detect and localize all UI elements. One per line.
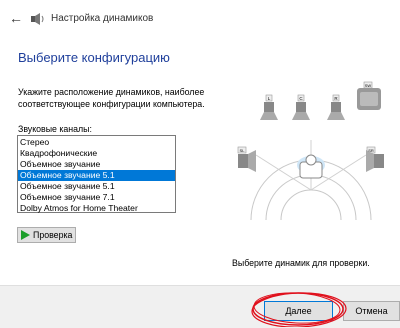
page-title: Выберите конфигурацию: [18, 50, 170, 65]
channel-item[interactable]: Стерео: [18, 137, 175, 148]
channel-item[interactable]: Объемное звучание: [18, 159, 175, 170]
cancel-button[interactable]: Отмена: [343, 301, 400, 321]
speaker-icon: [31, 13, 44, 25]
channel-item-selected[interactable]: Объемное звучание 5.1: [18, 170, 175, 181]
back-arrow-icon[interactable]: ←: [8, 10, 24, 26]
channel-item[interactable]: Объемное звучание 5.1: [18, 181, 175, 192]
speaker-label: SW: [365, 83, 372, 88]
title-bar: ← Настройка динамиков: [0, 0, 400, 38]
channels-label: Звуковые каналы:: [18, 124, 92, 134]
description-text: Укажите расположение динамиков, наиболее…: [18, 87, 205, 109]
speaker-label: SR: [368, 148, 374, 153]
window-title: Настройка динамиков: [51, 13, 154, 24]
test-button[interactable]: Проверка: [17, 227, 76, 243]
channels-listbox[interactable]: Стерео Квадрофонические Объемное звучани…: [17, 135, 176, 213]
channel-item[interactable]: Объемное звучание 7.1: [18, 192, 175, 203]
next-button[interactable]: Далее: [264, 301, 333, 321]
speaker-label: SL: [240, 148, 246, 153]
speaker-diagram: L C R SW SL SR: [237, 81, 384, 221]
channel-item[interactable]: Dolby Atmos for Home Theater: [18, 203, 175, 214]
play-icon: [21, 230, 30, 240]
hint-text: Выберите динамик для проверки.: [232, 258, 370, 268]
test-button-label: Проверка: [33, 230, 73, 240]
channel-item[interactable]: Квадрофонические: [18, 148, 175, 159]
footer-bar: [0, 285, 400, 328]
